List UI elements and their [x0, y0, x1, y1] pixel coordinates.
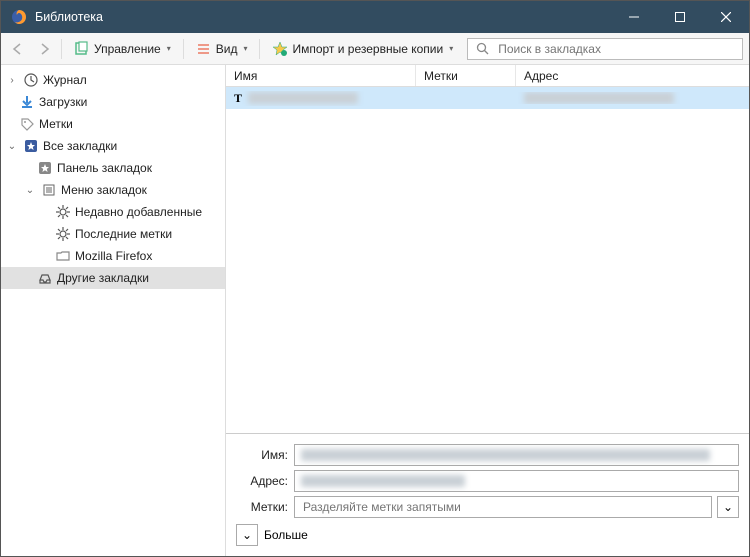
sidebar-item-bookmarks-toolbar[interactable]: Панель закладок — [1, 157, 225, 179]
toolbar: Управление ▾ Вид ▾ Импорт и резервные ко… — [1, 33, 749, 65]
sidebar-label: Загрузки — [39, 95, 87, 109]
sidebar-label: Панель закладок — [57, 161, 152, 175]
manage-icon — [74, 41, 90, 57]
expand-icon[interactable]: › — [5, 75, 19, 86]
main-panel: Имя Метки Адрес T — [226, 65, 749, 556]
collapse-icon[interactable]: ⌄ — [23, 185, 37, 196]
gear-icon — [55, 204, 71, 220]
star-icon — [272, 41, 288, 57]
tags-dropdown-button[interactable]: ⌄ — [717, 496, 739, 518]
redacted-name-value — [301, 449, 710, 461]
gear-icon — [55, 226, 71, 242]
details-pane: Имя: Адрес: Метки: ⌄ ⌄ Больше — [226, 434, 749, 556]
details-address-field[interactable] — [294, 470, 739, 492]
maximize-button[interactable] — [657, 1, 703, 33]
chevron-down-icon: ▾ — [449, 44, 453, 53]
back-button[interactable] — [7, 38, 29, 60]
manage-menu[interactable]: Управление ▾ — [68, 37, 177, 61]
collapse-icon[interactable]: ⌄ — [5, 141, 19, 152]
more-expand-button[interactable]: ⌄ — [236, 524, 258, 546]
sidebar-label: Mozilla Firefox — [75, 249, 152, 263]
details-tags-label: Метки: — [236, 500, 288, 514]
window-title: Библиотека — [35, 10, 103, 24]
manage-label: Управление — [94, 42, 161, 56]
details-address-label: Адрес: — [236, 474, 288, 488]
details-name-field[interactable] — [294, 444, 739, 466]
sidebar-label: Метки — [39, 117, 73, 131]
tray-icon — [37, 270, 53, 286]
import-backup-menu[interactable]: Импорт и резервные копии ▾ — [266, 37, 459, 61]
redacted-name — [248, 92, 358, 104]
sidebar-item-all-bookmarks[interactable]: ⌄ Все закладки — [1, 135, 225, 157]
sidebar-label: Последние метки — [75, 227, 172, 241]
sidebar-item-bookmarks-menu[interactable]: ⌄ Меню закладок — [1, 179, 225, 201]
column-header-tags[interactable]: Метки — [416, 65, 516, 86]
sidebar: › Журнал Загрузки Метки ⌄ Все закладки П… — [1, 65, 226, 556]
details-tags-field[interactable] — [294, 496, 712, 518]
chevron-down-icon: ▾ — [167, 44, 171, 53]
text-item-icon: T — [234, 91, 242, 106]
sidebar-item-recent-tags[interactable]: Последние метки — [1, 223, 225, 245]
bookmark-list: Имя Метки Адрес T — [226, 65, 749, 434]
column-header-address[interactable]: Адрес — [516, 65, 749, 86]
sidebar-label: Все закладки — [43, 139, 117, 153]
library-window: Библиотека Управление ▾ Вид ▾ Импорт и р… — [0, 0, 750, 557]
column-header-name[interactable]: Имя — [226, 65, 416, 86]
bookmark-star-icon — [23, 138, 39, 154]
clock-icon — [23, 72, 39, 88]
folder-icon — [55, 248, 71, 264]
sidebar-label: Меню закладок — [61, 183, 147, 197]
import-label: Импорт и резервные копии — [292, 42, 443, 56]
chevron-down-icon: ▾ — [243, 44, 247, 53]
sidebar-item-history[interactable]: › Журнал — [1, 69, 225, 91]
search-icon — [474, 41, 490, 57]
firefox-icon — [11, 9, 27, 25]
menu-list-icon — [41, 182, 57, 198]
details-tags-input[interactable] — [301, 499, 705, 515]
sidebar-item-downloads[interactable]: Загрузки — [1, 91, 225, 113]
tag-icon — [19, 116, 35, 132]
search-input[interactable] — [496, 41, 736, 57]
sidebar-item-tags[interactable]: Метки — [1, 113, 225, 135]
details-name-label: Имя: — [236, 448, 288, 462]
list-row[interactable]: T — [226, 87, 749, 109]
forward-button[interactable] — [33, 38, 55, 60]
list-header: Имя Метки Адрес — [226, 65, 749, 87]
list-body[interactable]: T — [226, 87, 749, 433]
view-menu[interactable]: Вид ▾ — [190, 37, 254, 61]
close-button[interactable] — [703, 1, 749, 33]
bookmark-star-grey-icon — [37, 160, 53, 176]
search-box[interactable] — [467, 38, 743, 60]
list-icon — [196, 41, 212, 57]
sidebar-item-mozilla-firefox[interactable]: Mozilla Firefox — [1, 245, 225, 267]
sidebar-label: Журнал — [43, 73, 87, 87]
sidebar-label: Недавно добавленные — [75, 205, 202, 219]
redacted-address — [524, 92, 674, 104]
download-icon — [19, 94, 35, 110]
sidebar-item-recently-added[interactable]: Недавно добавленные — [1, 201, 225, 223]
sidebar-item-other-bookmarks[interactable]: Другие закладки — [1, 267, 225, 289]
redacted-address-value — [301, 475, 465, 487]
minimize-button[interactable] — [611, 1, 657, 33]
chevron-down-icon: ⌄ — [723, 500, 733, 514]
titlebar: Библиотека — [1, 1, 749, 33]
view-label: Вид — [216, 42, 238, 56]
more-label: Больше — [264, 528, 308, 542]
chevron-down-icon: ⌄ — [242, 528, 252, 542]
sidebar-label: Другие закладки — [57, 271, 149, 285]
